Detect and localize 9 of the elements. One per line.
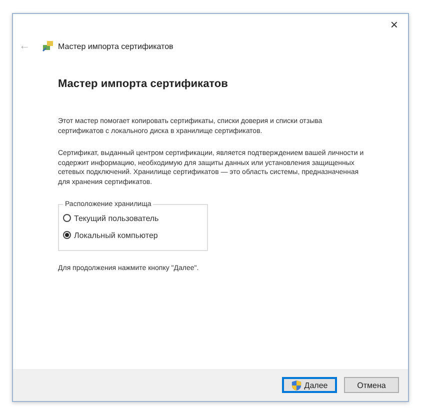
certificate-icon bbox=[42, 40, 54, 52]
wizard-heading: Мастер импорта сертификатов bbox=[58, 78, 229, 90]
next-button[interactable]: Далее bbox=[282, 377, 337, 393]
shield-icon bbox=[291, 380, 302, 390]
cancel-button[interactable]: Отмена bbox=[344, 377, 399, 393]
window-title: Мастер импорта сертификатов bbox=[58, 42, 174, 50]
radio-option[interactable]: Локальный компьютер bbox=[63, 226, 201, 244]
close-button[interactable]: × bbox=[386, 14, 402, 34]
radio-option[interactable]: Текущий пользователь bbox=[63, 210, 201, 227]
